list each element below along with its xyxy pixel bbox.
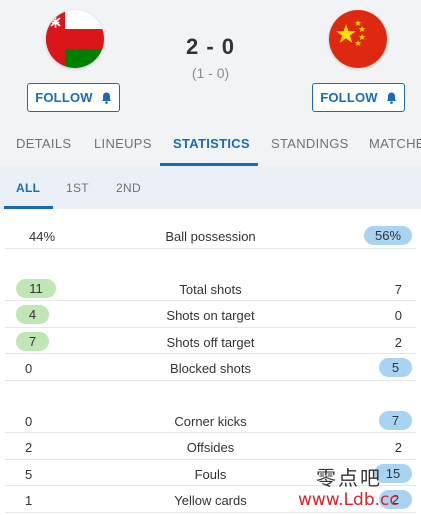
tab-standings[interactable]: STANDINGS: [271, 136, 349, 151]
away-value: 7: [394, 281, 402, 297]
stat-label: Shots off target: [166, 334, 255, 350]
away-value: 2: [379, 490, 412, 509]
subtab-2nd[interactable]: 2ND: [116, 181, 141, 195]
tab-lineups[interactable]: LINEUPS: [94, 136, 152, 151]
tab-details[interactable]: DETAILS: [16, 136, 71, 151]
stat-label: Shots on target: [166, 308, 255, 323]
stat-row-yellow-cards: 1 Yellow cards 2: [5, 486, 416, 513]
follow-label: FOLLOW: [320, 90, 378, 105]
china-flag-icon[interactable]: [329, 10, 387, 68]
stat-label: Corner kicks: [174, 413, 247, 429]
stat-row-possession: 44% Ball possession 56%: [5, 222, 416, 249]
away-value: 2: [394, 334, 402, 350]
stat-label: Blocked shots: [170, 361, 251, 376]
subtab-1st[interactable]: 1ST: [66, 181, 89, 195]
stat-row-blocked-shots: 0 Blocked shots 5: [5, 354, 416, 381]
tab-matches[interactable]: MATCHE: [369, 136, 421, 151]
away-value: 5: [379, 358, 412, 377]
follow-home-button[interactable]: FOLLOW: [27, 83, 120, 112]
away-value: 7: [379, 410, 412, 430]
statistics-list: 44% Ball possession 56% 11 Total shots 7…: [0, 209, 421, 513]
subtab-all[interactable]: ALL: [16, 181, 40, 195]
away-value: 15: [374, 463, 412, 483]
bell-icon: [386, 92, 397, 104]
away-value: 2: [394, 440, 402, 455]
follow-away-button[interactable]: FOLLOW: [312, 83, 405, 112]
tab-statistics[interactable]: STATISTICS: [173, 136, 250, 151]
follow-label: FOLLOW: [35, 90, 93, 105]
period-tabs: ALL 1ST 2ND: [0, 166, 421, 209]
stat-row-corner-kicks: 0 Corner kicks 7: [5, 407, 416, 433]
stat-label: Ball possession: [165, 229, 256, 244]
stat-row-shots-off-target: 7 Shots off target 2: [5, 328, 416, 354]
stat-row-total-shots: 11 Total shots 7: [5, 275, 416, 301]
away-value: 0: [394, 308, 402, 323]
stat-label: Total shots: [179, 281, 242, 297]
away-value: 56%: [364, 226, 412, 245]
stat-label: Fouls: [194, 466, 227, 482]
bell-icon: [101, 92, 112, 104]
stat-label: Offsides: [186, 440, 235, 455]
stat-row-shots-on-target: 4 Shots on target 0: [5, 301, 416, 328]
stat-label: Yellow cards: [174, 493, 247, 508]
stat-row-offsides: 2 Offsides 2: [5, 433, 416, 460]
main-tabs: DETAILS LINEUPS STATISTICS STANDINGS MAT…: [0, 126, 421, 166]
stat-row-fouls: 5 Fouls 15: [5, 460, 416, 486]
match-header: 2 - 0 (1 - 0) FOLLOW FOLLOW: [0, 0, 421, 126]
